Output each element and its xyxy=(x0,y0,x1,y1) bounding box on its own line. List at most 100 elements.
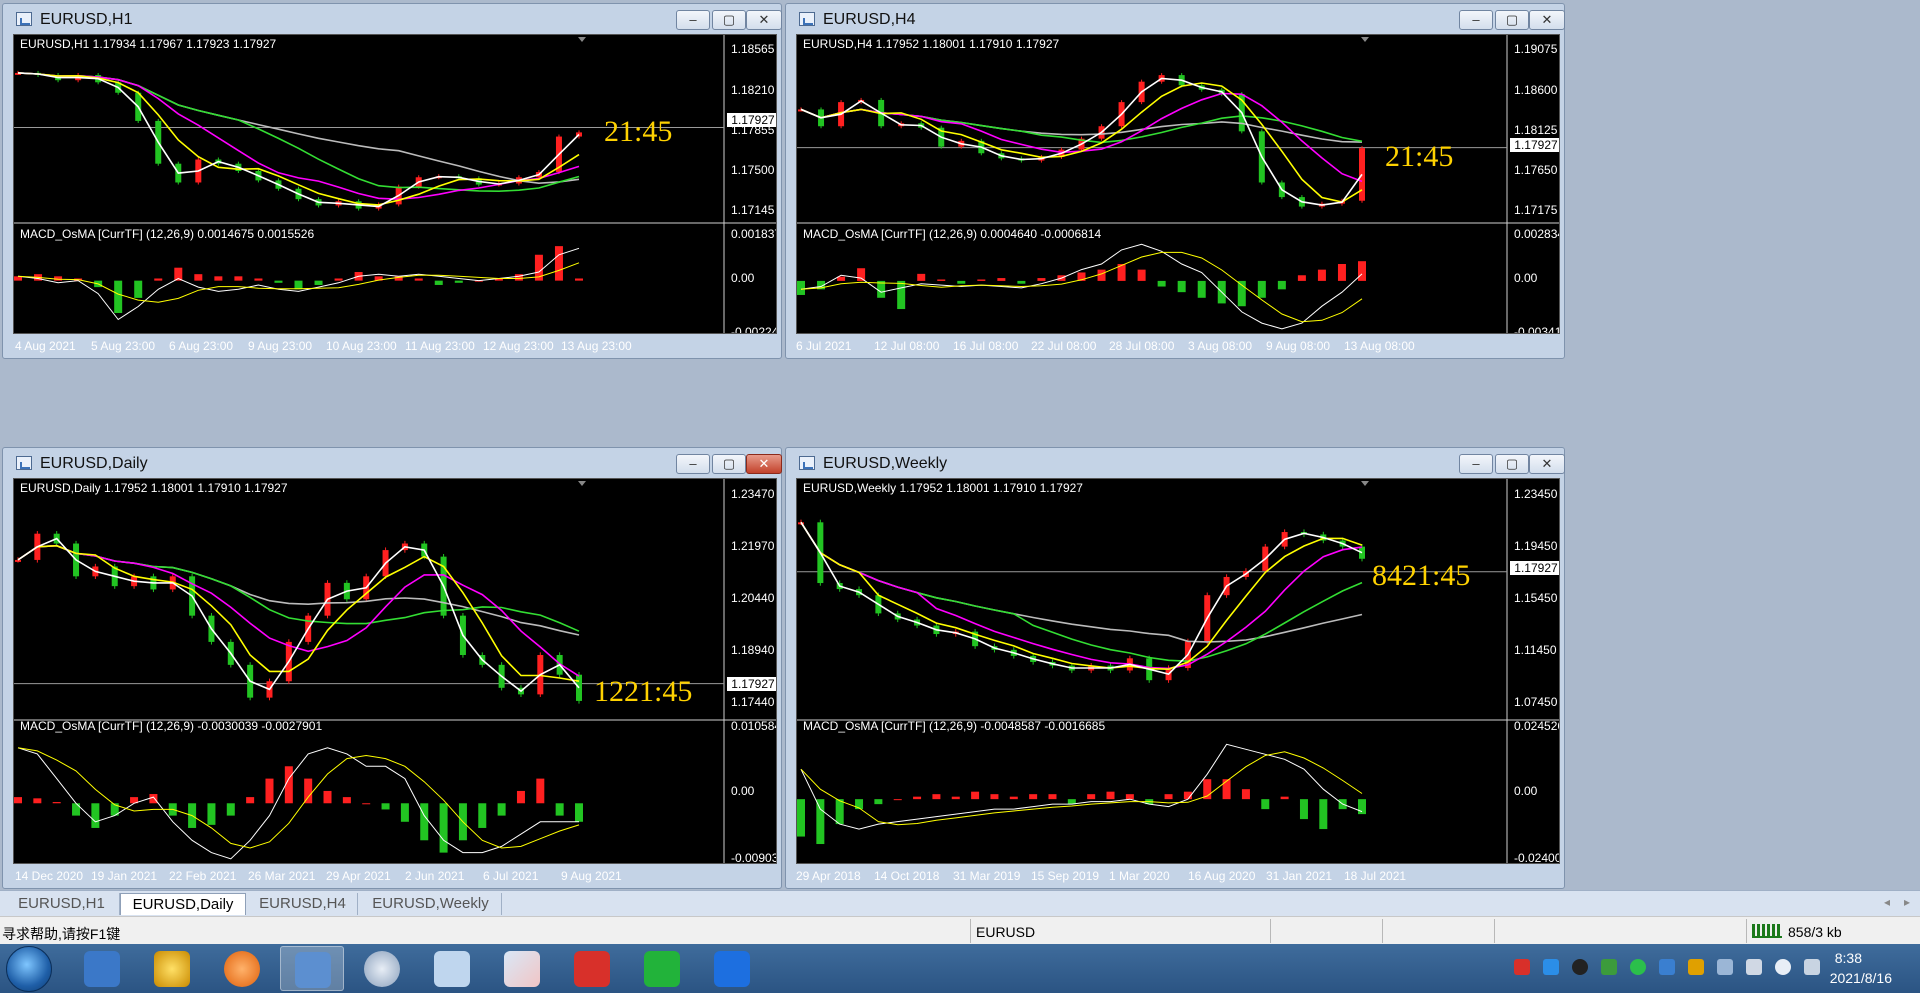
macd-histogram-bar xyxy=(334,278,343,281)
chart-window-weekly[interactable]: EURUSD,Weekly – ▢ ✕ EURUSD,Weekly 1.1795… xyxy=(785,447,1565,889)
chart-window-daily[interactable]: EURUSD,Daily – ▢ ✕ EURUSD,Daily 1.17952 … xyxy=(2,447,782,889)
price-axis-label: 1.19450 xyxy=(1514,539,1558,553)
minimize-button[interactable]: – xyxy=(676,454,710,474)
wps-tray-icon[interactable] xyxy=(1514,959,1530,975)
macd-histogram-bar xyxy=(1125,794,1134,800)
chart-canvas xyxy=(14,479,776,863)
display-tray-icon[interactable] xyxy=(1717,959,1733,975)
ma-line xyxy=(800,521,1363,663)
qq-tray-icon[interactable] xyxy=(1572,959,1588,975)
macd-histogram-bar xyxy=(214,276,223,281)
taskbar-item[interactable] xyxy=(420,946,484,991)
taskbar-clock-time[interactable]: 8:38 xyxy=(1835,950,1862,966)
macd-histogram-bar xyxy=(420,803,429,841)
start-button[interactable] xyxy=(6,946,52,992)
macd-signal-line xyxy=(17,747,580,849)
macd-histogram-bar xyxy=(971,791,980,800)
chart-window-icon xyxy=(799,456,815,470)
chart-window-h1[interactable]: EURUSD,H1 – ▢ ✕ EURUSD,H1 1.17934 1.1796… xyxy=(2,3,782,359)
macd-histogram-bar xyxy=(797,799,805,837)
time-axis-label: 16 Aug 2020 xyxy=(1188,869,1256,883)
time-axis-label: 4 Aug 2021 xyxy=(15,339,76,353)
macd-histogram-bar xyxy=(381,803,390,810)
shield-tray-icon[interactable] xyxy=(1601,959,1617,975)
macd-histogram-bar xyxy=(1222,779,1231,800)
security-tray-icon[interactable] xyxy=(1659,959,1675,975)
candle-countdown-clock: 1221:45 xyxy=(594,675,693,708)
time-axis-label: 1 Mar 2020 xyxy=(1109,869,1170,883)
time-axis-label: 31 Mar 2019 xyxy=(953,869,1021,883)
cloud-tray-icon[interactable] xyxy=(1543,959,1559,975)
taskbar-item[interactable] xyxy=(210,946,274,991)
price-chart-area[interactable]: EURUSD,H1 1.17934 1.17967 1.17923 1.1792… xyxy=(13,34,777,334)
taskbar-item[interactable] xyxy=(490,946,554,991)
tab-scroll-right-icon[interactable]: ▸ xyxy=(1904,895,1910,909)
chart-window-h4[interactable]: EURUSD,H4 – ▢ ✕ EURUSD,H4 1.17952 1.1800… xyxy=(785,3,1565,359)
taskbar-item[interactable] xyxy=(140,946,204,991)
tab-eurusd-weekly[interactable]: EURUSD,Weekly xyxy=(360,893,502,915)
macd-axis-label: 0.00 xyxy=(731,784,755,798)
time-axis-label: 6 Jul 2021 xyxy=(483,869,539,883)
taskbar-item[interactable] xyxy=(70,946,134,991)
maximize-button[interactable]: ▢ xyxy=(1495,454,1529,474)
status-divider xyxy=(1494,919,1495,943)
taskbar-item[interactable] xyxy=(700,946,764,991)
close-button[interactable]: ✕ xyxy=(746,10,782,30)
notepad-app-icon xyxy=(434,951,470,987)
time-axis-label: 29 Apr 2021 xyxy=(326,869,391,883)
symbol-info: EURUSD,H4 1.17952 1.18001 1.17910 1.1792… xyxy=(803,37,1060,51)
window-titlebar[interactable]: EURUSD,Daily – ▢ ✕ xyxy=(3,448,782,474)
wechat-tray-icon[interactable] xyxy=(1630,959,1646,975)
minimize-button[interactable]: – xyxy=(676,10,710,30)
window-titlebar[interactable]: EURUSD,H1 – ▢ ✕ xyxy=(3,4,782,30)
macd-histogram-bar xyxy=(917,273,926,281)
macd-histogram-bar xyxy=(33,798,42,804)
macd-histogram-bar xyxy=(797,280,805,295)
speaker-tray-icon[interactable] xyxy=(1688,959,1704,975)
macd-axis-label: 0.00 xyxy=(1514,271,1538,285)
tab-eurusd-h1[interactable]: EURUSD,H1 xyxy=(4,893,120,915)
close-button[interactable]: ✕ xyxy=(1529,10,1565,30)
ma-line xyxy=(17,544,580,682)
maximize-button[interactable]: ▢ xyxy=(712,454,746,474)
price-axis-label: 1.20440 xyxy=(731,591,775,605)
maximize-button[interactable]: ▢ xyxy=(712,10,746,30)
signal-tray-icon[interactable] xyxy=(1804,959,1820,975)
close-button[interactable]: ✕ xyxy=(1529,454,1565,474)
network-tray-icon[interactable] xyxy=(1746,959,1762,975)
window-title: EURUSD,H4 xyxy=(823,11,916,28)
taskbar-clock-date[interactable]: 2021/8/16 xyxy=(1830,970,1892,986)
macd-histogram-bar xyxy=(454,280,463,283)
taskbar-item[interactable] xyxy=(560,946,624,991)
time-axis-label: 6 Jul 2021 xyxy=(796,339,852,353)
price-chart-area[interactable]: EURUSD,H4 1.17952 1.18001 1.17910 1.1792… xyxy=(796,34,1560,334)
taskbar-item[interactable] xyxy=(630,946,694,991)
taskbar-item[interactable] xyxy=(350,946,414,991)
tab-scroll-left-icon[interactable]: ◂ xyxy=(1884,895,1890,909)
taskbar-item-metatrader[interactable] xyxy=(280,946,344,991)
status-symbol: EURUSD xyxy=(976,924,1036,940)
macd-axis-label: -0.0034177 xyxy=(1514,325,1559,334)
tab-eurusd-daily[interactable]: EURUSD,Daily xyxy=(120,893,246,915)
window-titlebar[interactable]: EURUSD,Weekly – ▢ ✕ xyxy=(786,448,1565,474)
price-axis-label: 1.18600 xyxy=(1514,83,1558,97)
macd-histogram-bar xyxy=(134,280,143,298)
price-axis-label: 1.17650 xyxy=(1514,163,1558,177)
time-axis-label: 12 Aug 23:00 xyxy=(483,339,554,353)
maximize-button[interactable]: ▢ xyxy=(1495,10,1529,30)
volume-tray-icon[interactable] xyxy=(1775,959,1791,975)
macd-histogram-bar xyxy=(913,796,922,800)
window-titlebar[interactable]: EURUSD,H4 – ▢ ✕ xyxy=(786,4,1565,30)
price-chart-area[interactable]: EURUSD,Daily 1.17952 1.18001 1.17910 1.1… xyxy=(13,478,777,864)
price-chart-area[interactable]: EURUSD,Weekly 1.17952 1.18001 1.17910 1.… xyxy=(796,478,1560,864)
minimize-button[interactable]: – xyxy=(1459,454,1493,474)
macd-histogram-bar xyxy=(1319,799,1328,830)
macd-histogram-bar xyxy=(951,796,960,800)
minimize-button[interactable]: – xyxy=(1459,10,1493,30)
candle-countdown-clock: 21:45 xyxy=(1385,140,1454,173)
tab-eurusd-h4[interactable]: EURUSD,H4 xyxy=(248,893,358,915)
macd-histogram-bar xyxy=(514,274,523,281)
price-axis-label: 1.19075 xyxy=(1514,42,1558,56)
close-button[interactable]: ✕ xyxy=(746,454,782,474)
windows-taskbar: 8:38 2021/8/16 xyxy=(0,944,1920,993)
